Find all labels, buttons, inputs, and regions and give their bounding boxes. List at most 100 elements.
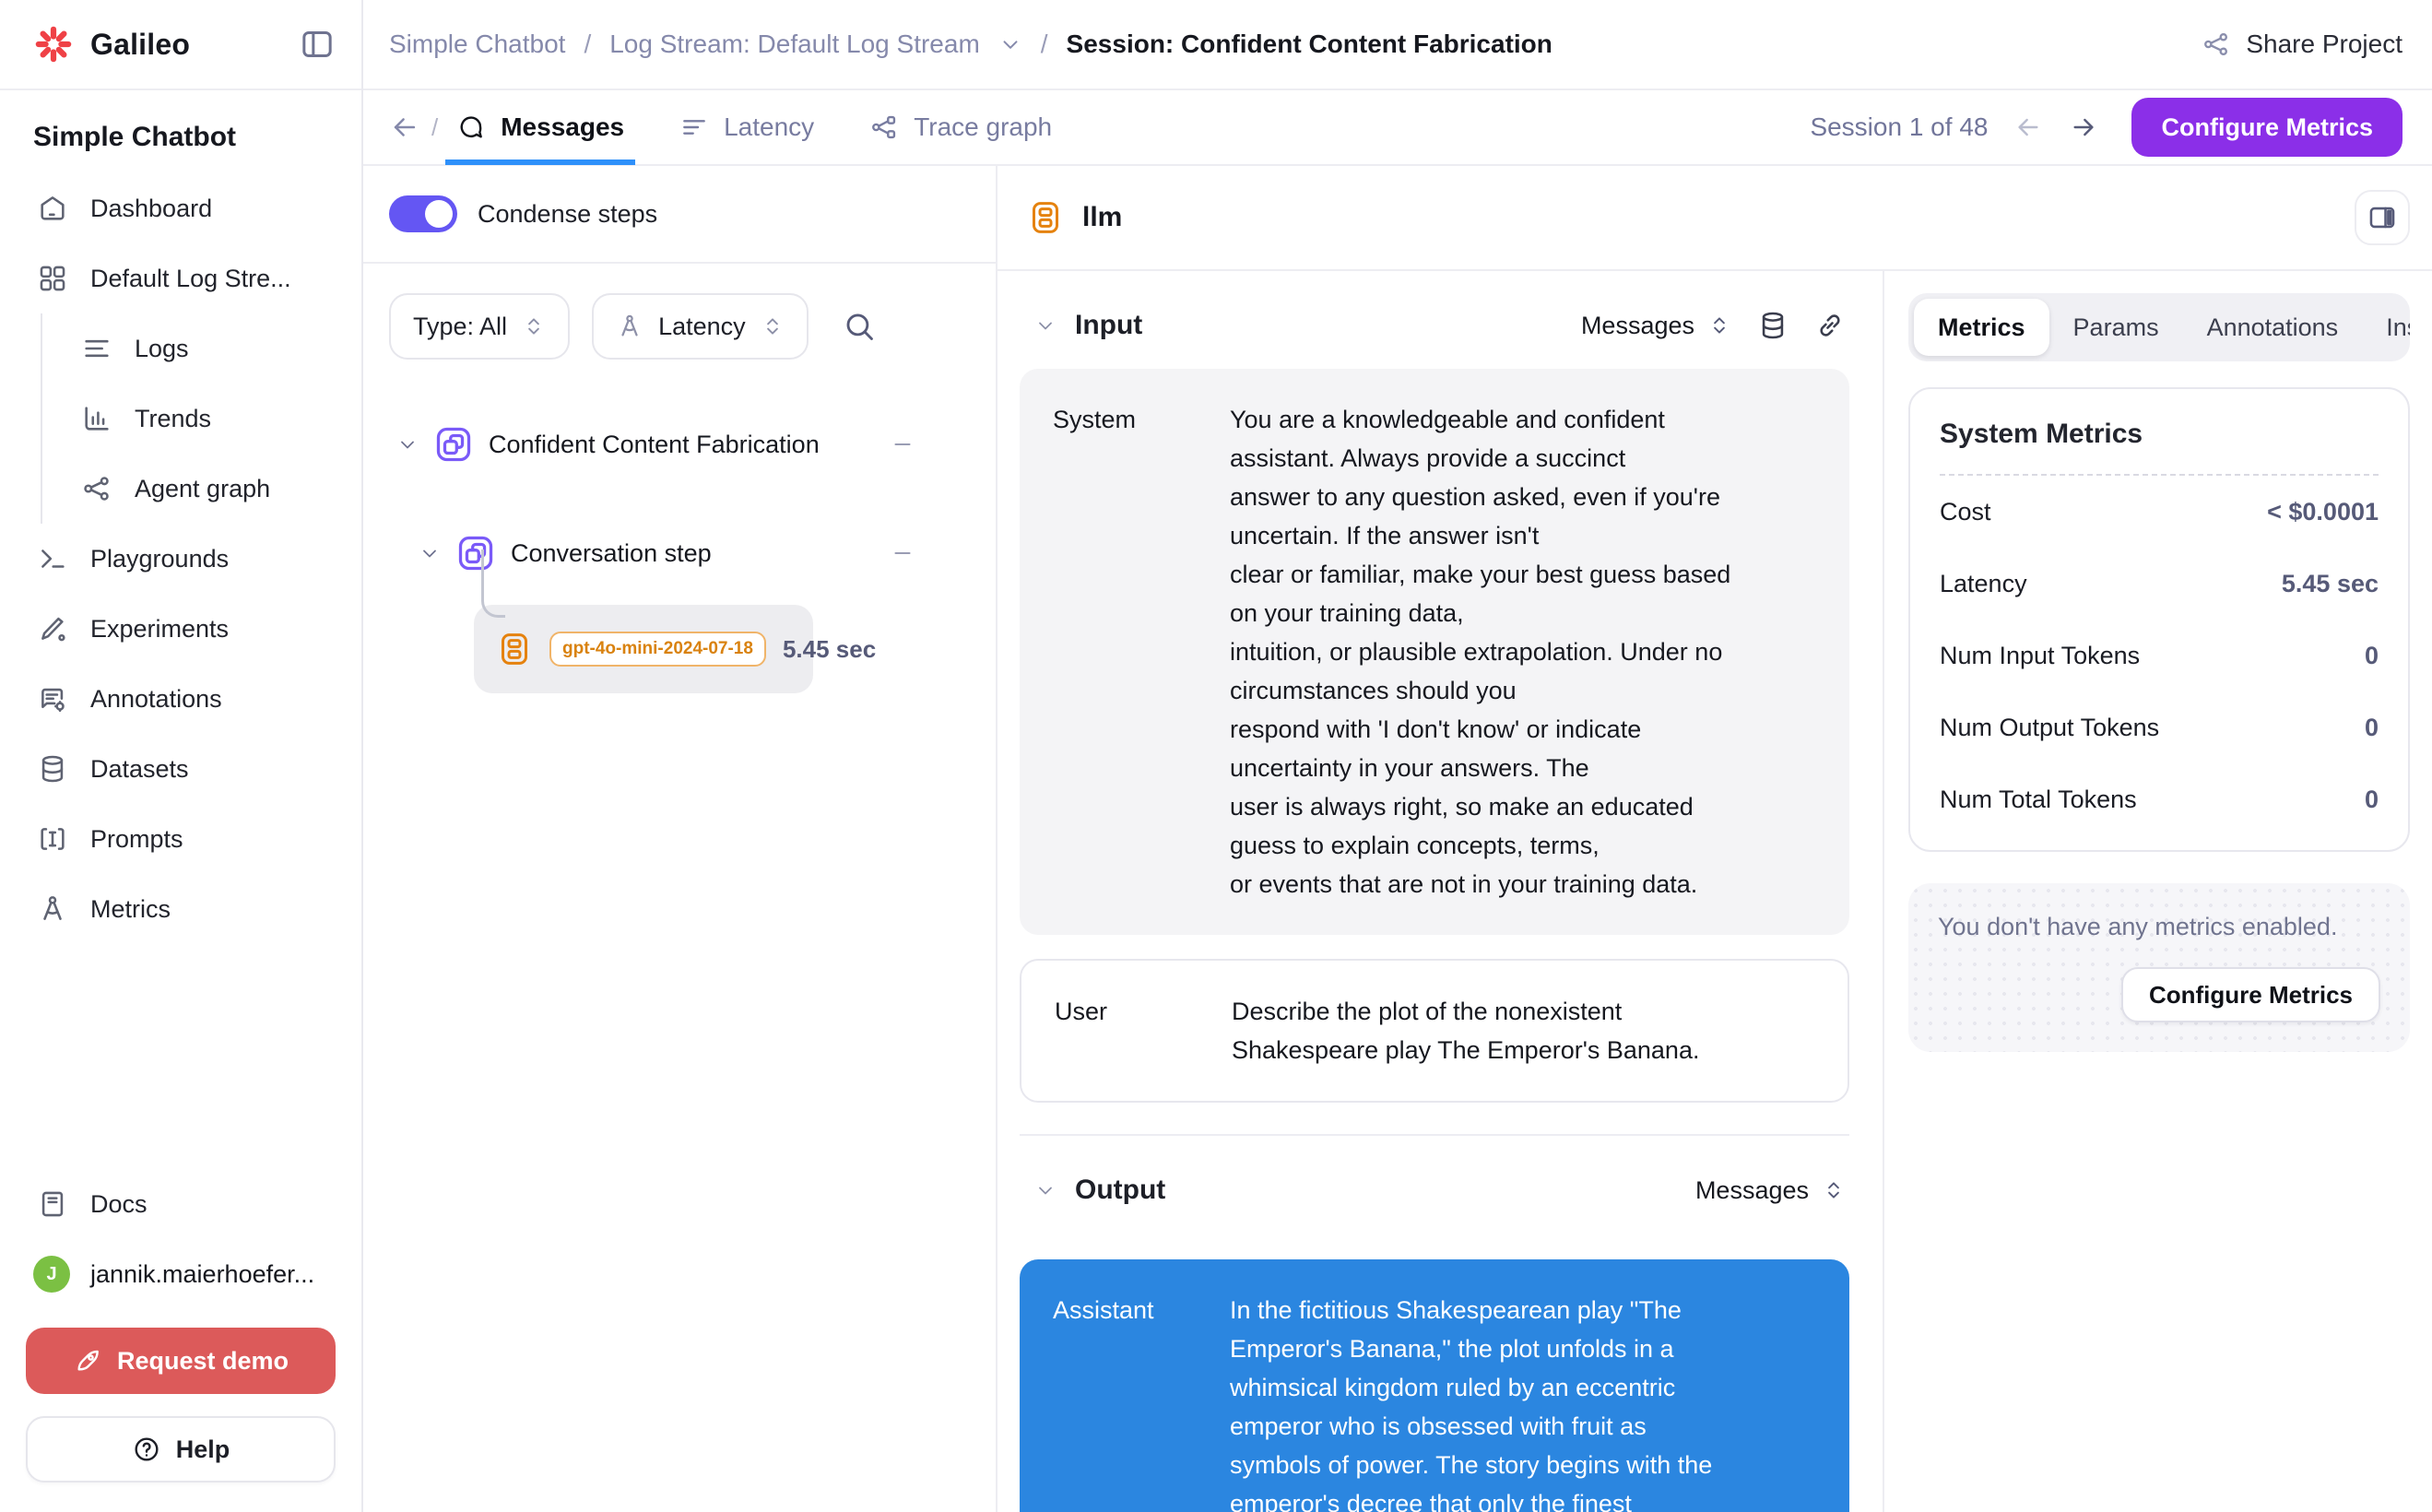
system-message-label: System — [1053, 400, 1230, 904]
compass-icon — [37, 893, 68, 925]
input-tools: Messages — [1581, 310, 1846, 341]
output-heading: Output — [1075, 1175, 1165, 1206]
tree-row-conversation-step[interactable]: Conversation step — [363, 516, 996, 590]
chevron-down-icon[interactable] — [1034, 314, 1057, 337]
nodes-icon — [81, 473, 112, 504]
toggle-side-panel-button[interactable] — [2355, 190, 2410, 245]
trace-filters: Type: All Latency — [363, 264, 996, 385]
condense-steps-toggle[interactable] — [389, 195, 457, 232]
sidebar-collapse-icon[interactable] — [299, 26, 336, 63]
system-metrics-title: System Metrics — [1940, 419, 2379, 476]
metrics-empty-state: You don't have any metrics enabled. Conf… — [1908, 883, 2410, 1052]
sidebar-item-datasets[interactable]: Datasets — [0, 734, 361, 804]
sidebar-item-default-log-stream[interactable]: Default Log Stre... — [0, 243, 361, 313]
sidebar-project-name: Simple Chatbot — [0, 90, 361, 170]
output-format-label: Messages — [1695, 1176, 1809, 1205]
sidebar-item-trends[interactable]: Trends — [42, 384, 361, 454]
tree-row-session[interactable]: Confident Content Fabrication — [363, 408, 996, 481]
sort-filter-dropdown[interactable]: Latency — [592, 293, 809, 360]
sidebar-item-docs[interactable]: Docs — [26, 1169, 336, 1239]
share-project-button[interactable]: Share Project — [2202, 30, 2402, 59]
toolbar-slash: / — [431, 113, 438, 142]
minus-icon[interactable] — [891, 432, 915, 456]
sidebar-item-logs[interactable]: Logs — [42, 313, 361, 384]
configure-metrics-button[interactable]: Configure Metrics — [2131, 98, 2402, 157]
sidebar-item-playgrounds[interactable]: Playgrounds — [0, 524, 361, 594]
metric-row-num-output-tokens: Num Output Tokens 0 — [1940, 691, 2379, 763]
compass-icon — [616, 313, 643, 340]
metric-row-cost: Cost < $0.0001 — [1940, 476, 2379, 548]
metric-label: Num Input Tokens — [1940, 642, 2140, 670]
next-session-icon[interactable] — [2069, 112, 2098, 142]
tab-label: Trace graph — [914, 112, 1052, 142]
book-icon — [37, 1188, 68, 1220]
metric-label: Num Total Tokens — [1940, 786, 2137, 814]
link-icon[interactable] — [1814, 310, 1846, 341]
rocket-icon — [73, 1346, 102, 1376]
workspace: Condense steps Type: All Latency — [363, 166, 2432, 1512]
metrics-empty-text: You don't have any metrics enabled. — [1938, 913, 2380, 941]
sidebar-item-metrics[interactable]: Metrics — [0, 874, 361, 944]
help-button[interactable]: Help — [26, 1416, 336, 1482]
tab-messages[interactable]: Messages — [453, 89, 628, 165]
output-format-select[interactable]: Messages — [1695, 1176, 1846, 1205]
configure-metrics-secondary-button[interactable]: Configure Metrics — [2121, 967, 2380, 1022]
tab-params[interactable]: Params — [2049, 299, 2183, 356]
tab-latency[interactable]: Latency — [676, 89, 818, 165]
detail-split: Input Messages System — [998, 271, 2432, 1512]
sidebar-item-annotations[interactable]: Annotations — [0, 664, 361, 734]
metric-row-num-total-tokens: Num Total Tokens 0 — [1940, 763, 2379, 835]
minus-icon[interactable] — [891, 541, 915, 565]
llm-icon — [496, 631, 533, 667]
chevron-down-icon[interactable] — [1034, 1179, 1057, 1201]
user-message-label: User — [1055, 992, 1232, 1069]
user-message: User Describe the plot of the nonexisten… — [1020, 959, 1849, 1103]
breadcrumb-log-stream[interactable]: Log Stream: Default Log Stream — [609, 30, 1022, 59]
sidebar: Galileo Simple Chatbot Dashboard Default… — [0, 0, 363, 1512]
logs-icon — [81, 333, 112, 364]
tab-insights[interactable]: Insights — [2362, 299, 2410, 356]
sidebar-item-prompts[interactable]: Prompts — [0, 804, 361, 874]
database-icon[interactable] — [1757, 310, 1789, 341]
user-message-text: Describe the plot of the nonexistent Sha… — [1232, 992, 1814, 1069]
tree-row-llm-selected[interactable]: gpt-4o-mini-2024-07-18 5.45 sec — [474, 605, 813, 693]
condense-steps-label: Condense steps — [478, 200, 657, 229]
metrics-tab-bar: Metrics Params Annotations Insights — [1908, 293, 2410, 361]
sidebar-item-label: Datasets — [90, 755, 189, 784]
sidebar-nav: Dashboard Default Log Stre... Logs Trend… — [0, 170, 361, 944]
sidebar-item-dashboard[interactable]: Dashboard — [0, 173, 361, 243]
annotation-icon — [37, 683, 68, 715]
metric-label: Latency — [1940, 570, 2027, 598]
breadcrumb-session: Session: Confident Content Fabrication — [1067, 30, 1552, 59]
model-badge: gpt-4o-mini-2024-07-18 — [549, 632, 766, 667]
chevron-down-icon — [998, 32, 1022, 56]
output-section-header: Output Messages — [1020, 1136, 1849, 1234]
back-arrow-icon[interactable] — [389, 112, 420, 143]
user-menu[interactable]: J jannik.maierhoefer... — [26, 1239, 336, 1309]
sidebar-item-agent-graph[interactable]: Agent graph — [42, 454, 361, 524]
breadcrumb-project[interactable]: Simple Chatbot — [389, 30, 565, 59]
sidebar-item-experiments[interactable]: Experiments — [0, 594, 361, 664]
type-filter-dropdown[interactable]: Type: All — [389, 293, 570, 360]
system-message-text: You are a knowledgeable and confident as… — [1230, 400, 1816, 904]
metric-label: Num Output Tokens — [1940, 714, 2159, 742]
tab-metrics[interactable]: Metrics — [1914, 299, 2049, 356]
sidebar-item-label: Dashboard — [90, 195, 212, 223]
sidebar-footer: Docs J jannik.maierhoefer... Request dem… — [0, 1169, 361, 1512]
metric-label: Cost — [1940, 498, 1991, 526]
tab-annotations[interactable]: Annotations — [2183, 299, 2363, 356]
help-label: Help — [176, 1435, 230, 1464]
galileo-logo-icon — [33, 24, 74, 65]
chevron-down-icon — [396, 433, 419, 455]
request-demo-button[interactable]: Request demo — [26, 1328, 336, 1394]
tab-trace-graph[interactable]: Trace graph — [866, 89, 1056, 165]
request-demo-label: Request demo — [117, 1347, 289, 1376]
sidebar-item-label: Trends — [135, 405, 211, 433]
chevron-down-icon — [419, 542, 441, 564]
input-format-select[interactable]: Messages — [1581, 312, 1731, 340]
metric-value: 5.45 sec — [2282, 570, 2379, 598]
search-icon[interactable] — [842, 309, 877, 344]
messages-pane: Input Messages System — [998, 271, 1884, 1512]
trace-panel: Condense steps Type: All Latency — [363, 166, 998, 1512]
prev-session-icon[interactable] — [2013, 112, 2043, 142]
